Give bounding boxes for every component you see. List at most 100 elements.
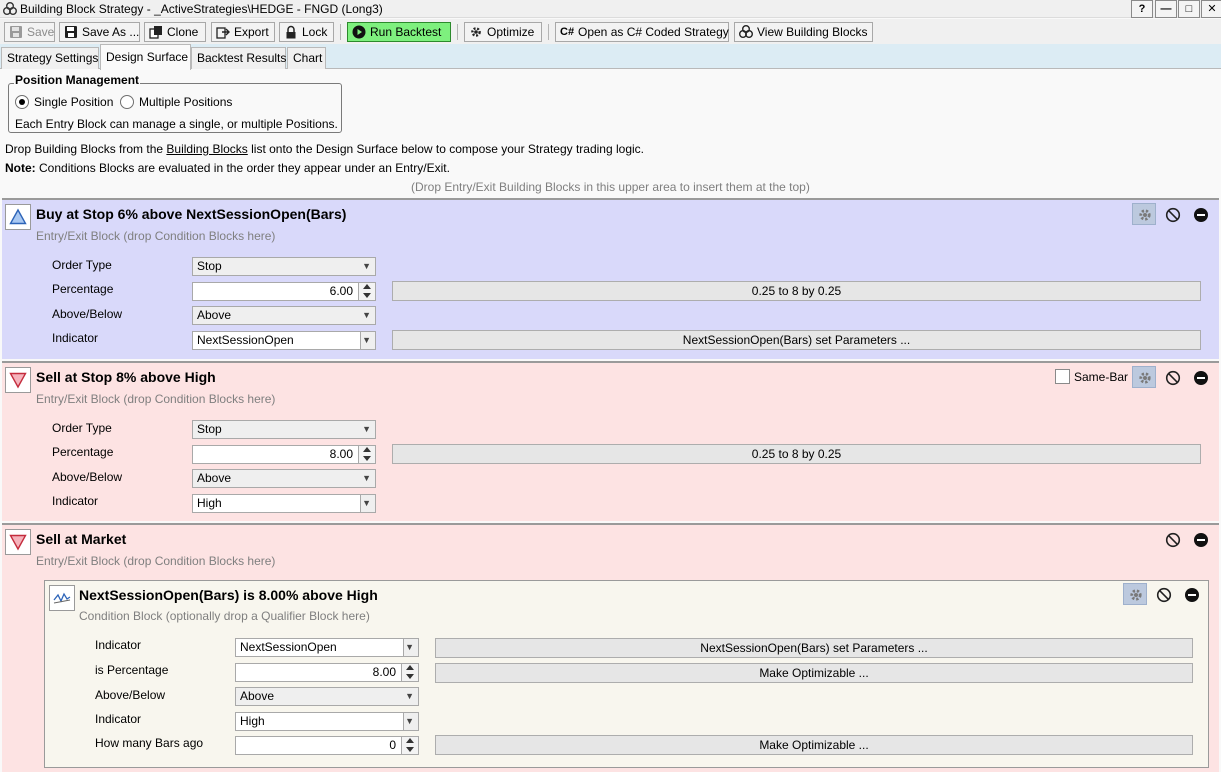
export-button[interactable]: Export (211, 22, 275, 42)
single-position-radio[interactable] (15, 95, 29, 109)
block-subtitle: Entry/Exit Block (drop Condition Blocks … (36, 392, 276, 406)
note-line: Note: Conditions Blocks are evaluated in… (5, 161, 450, 175)
play-icon (352, 25, 366, 39)
remove-condition-icon[interactable] (1179, 583, 1203, 605)
toolbar: Save Save As ... Clone Export Lock Run B… (0, 19, 1221, 44)
tab-backtest-results[interactable]: Backtest Results (191, 47, 286, 69)
condition-settings-gear-icon[interactable] (1123, 583, 1147, 605)
toolbar-separator (340, 24, 341, 40)
condition-indicator2-select[interactable]: High ▼ (235, 712, 419, 731)
view-building-blocks-button[interactable]: View Building Blocks (734, 22, 873, 42)
block-subtitle: Entry/Exit Block (drop Condition Blocks … (36, 554, 276, 568)
condition-indicator-select[interactable]: NextSessionOpen ▼ (235, 638, 419, 657)
toolbar-separator (457, 24, 458, 40)
lock-button[interactable]: Lock (279, 22, 334, 42)
spinner-arrows-icon[interactable] (401, 737, 418, 754)
condition-above-below-select[interactable]: Above ▼ (235, 687, 419, 706)
chevron-down-icon: ▼ (362, 424, 371, 434)
is-percentage-label: is Percentage (95, 663, 169, 677)
condition-title: NextSessionOpen(Bars) is 8.00% above Hig… (79, 587, 378, 603)
multiple-positions-radio[interactable] (120, 95, 134, 109)
optimize-range-button[interactable]: 0.25 to 8 by 0.25 (392, 444, 1201, 464)
indicator-label: Indicator (95, 638, 142, 652)
make-optimizable-button[interactable]: Make Optimizable ... (435, 735, 1193, 755)
spinner-arrows-icon[interactable] (401, 664, 418, 681)
chevron-down-icon: ▼ (362, 310, 371, 320)
save-button[interactable]: Save (4, 22, 55, 42)
export-icon (216, 25, 230, 39)
bars-ago-label: How many Bars ago (95, 736, 204, 750)
help-button[interactable]: ? (1131, 0, 1153, 18)
same-bar-checkbox[interactable] (1055, 369, 1070, 384)
remove-block-icon[interactable] (1188, 366, 1212, 388)
spinner-arrows-icon[interactable] (358, 283, 375, 300)
disable-block-icon[interactable] (1160, 203, 1184, 225)
same-bar-label[interactable]: Same-Bar (1074, 370, 1128, 385)
lock-icon (284, 25, 298, 39)
tab-design-surface[interactable]: Design Surface (100, 44, 191, 70)
condition-subtitle: Condition Block (optionally drop a Quali… (79, 609, 370, 623)
optimize-button[interactable]: Optimize (464, 22, 542, 42)
csharp-icon: C# (560, 26, 575, 38)
entry-block-buy-at-stop[interactable]: Buy at Stop 6% above NextSessionOpen(Bar… (2, 198, 1219, 359)
open-as-csharp-button[interactable]: C# Open as C# Coded Strategy (555, 22, 729, 42)
indicator-line-icon (49, 585, 75, 611)
building-blocks-icon (739, 25, 753, 39)
disable-block-icon[interactable] (1160, 528, 1184, 550)
save-as-button[interactable]: Save As ... (59, 22, 140, 42)
percentage-stepper[interactable]: 8.00 (192, 445, 376, 464)
above-below-label: Above/Below (52, 307, 123, 321)
above-below-label: Above/Below (95, 688, 166, 702)
spinner-arrows-icon[interactable] (358, 446, 375, 463)
remove-block-icon[interactable] (1188, 203, 1212, 225)
indicator-select[interactable]: High ▼ (192, 494, 376, 513)
chevron-down-icon: ▼ (362, 261, 371, 271)
floppy-icon (64, 25, 78, 39)
minimize-button[interactable]: — (1155, 0, 1177, 18)
chevron-down-icon: ▼ (405, 716, 414, 726)
exit-block-sell-at-stop[interactable]: Sell at Stop 8% above High Entry/Exit Bl… (2, 361, 1219, 521)
window-title: Building Block Strategy - _ActiveStrateg… (20, 2, 383, 16)
is-percentage-stepper[interactable]: 8.00 (235, 663, 419, 682)
above-below-label: Above/Below (52, 470, 123, 484)
clone-button[interactable]: Clone (144, 22, 206, 42)
tab-chart[interactable]: Chart (287, 47, 326, 69)
block-settings-gear-icon[interactable] (1132, 203, 1156, 225)
position-management-title: Position Management (14, 73, 141, 88)
tab-bar: Strategy Settings Design Surface Backtes… (0, 44, 1221, 70)
close-button[interactable]: ✕ (1201, 0, 1221, 18)
chevron-down-icon: ▼ (362, 335, 371, 345)
title-bar: Building Block Strategy - _ActiveStrateg… (0, 0, 1221, 18)
optimize-range-button[interactable]: 0.25 to 8 by 0.25 (392, 281, 1201, 301)
bars-ago-stepper[interactable]: 0 (235, 736, 419, 755)
percentage-label: Percentage (52, 445, 114, 459)
percentage-stepper[interactable]: 6.00 (192, 282, 376, 301)
maximize-button[interactable]: □ (1178, 0, 1200, 18)
toolbar-separator (548, 24, 549, 40)
order-type-label: Order Type (52, 258, 112, 272)
sell-triangle-icon (5, 529, 31, 555)
block-title: Buy at Stop 6% above NextSessionOpen(Bar… (36, 206, 347, 222)
block-settings-gear-icon[interactable] (1132, 366, 1156, 388)
multiple-positions-label[interactable]: Multiple Positions (139, 95, 232, 110)
disable-condition-icon[interactable] (1151, 583, 1175, 605)
condition-indicator-parameters-button[interactable]: NextSessionOpen(Bars) set Parameters ... (435, 638, 1193, 658)
indicator2-label: Indicator (95, 712, 142, 726)
disable-block-icon[interactable] (1160, 366, 1184, 388)
above-below-select[interactable]: Above ▼ (192, 469, 376, 488)
make-optimizable-button[interactable]: Make Optimizable ... (435, 663, 1193, 683)
indicator-label: Indicator (52, 331, 99, 345)
building-blocks-app-icon (3, 2, 17, 16)
remove-block-icon[interactable] (1188, 528, 1212, 550)
tab-strategy-settings[interactable]: Strategy Settings (1, 47, 99, 69)
indicator-parameters-button[interactable]: NextSessionOpen(Bars) set Parameters ... (392, 330, 1201, 350)
order-type-select[interactable]: Stop ▼ (192, 257, 376, 276)
single-position-label[interactable]: Single Position (34, 95, 113, 110)
order-type-select[interactable]: Stop ▼ (192, 420, 376, 439)
indicator-select[interactable]: NextSessionOpen ▼ (192, 331, 376, 350)
run-backtest-button[interactable]: Run Backtest (347, 22, 451, 42)
condition-block[interactable]: NextSessionOpen(Bars) is 8.00% above Hig… (44, 580, 1209, 768)
building-blocks-link[interactable]: Building Blocks (166, 142, 247, 156)
instructions-line: Drop Building Blocks from the Building B… (5, 142, 644, 156)
above-below-select[interactable]: Above ▼ (192, 306, 376, 325)
